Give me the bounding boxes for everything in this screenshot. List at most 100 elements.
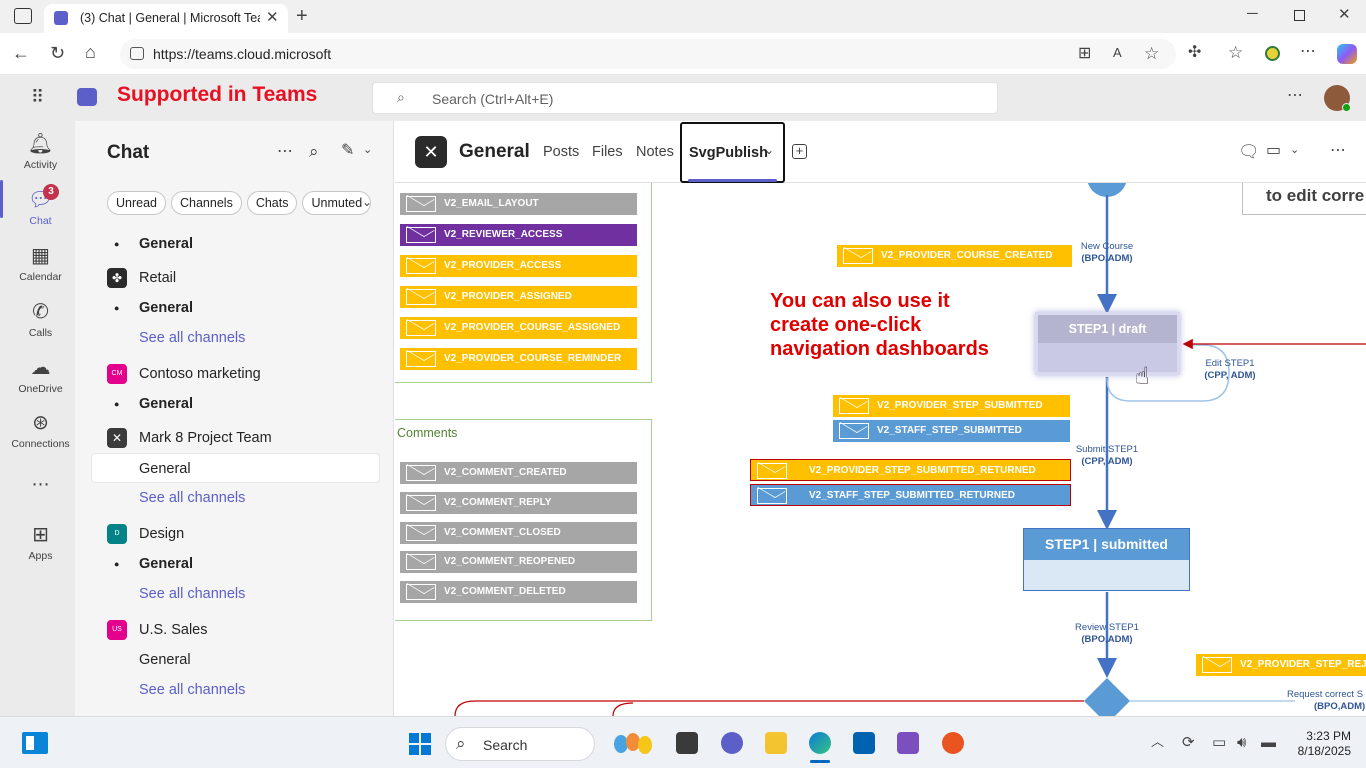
browser-menu-icon[interactable]: ⋯ <box>1300 44 1316 60</box>
task-view-icon[interactable] <box>676 732 698 754</box>
chat-icon: 💬︎ <box>27 189 54 211</box>
list-item[interactable]: Design <box>91 519 380 549</box>
tab-chevron-icon[interactable]: ⌄ <box>764 144 774 156</box>
app-launcher-icon[interactable]: ⠿ <box>31 88 44 106</box>
channel-more-icon[interactable]: ⋯ <box>1330 143 1346 159</box>
volume-icon[interactable]: 🔊︎ <box>1237 735 1246 750</box>
home-icon[interactable]: ⌂ <box>85 43 96 61</box>
settings-more-icon[interactable]: ⋯ <box>1287 88 1303 104</box>
edge-icon[interactable] <box>809 732 831 754</box>
visual-studio-icon[interactable] <box>897 732 919 754</box>
rail-calendar[interactable]: ▦ Calendar <box>3 243 78 283</box>
extension-badge-icon[interactable] <box>1265 46 1280 61</box>
clock[interactable]: 3:23 PM 8/18/2025 <box>1293 729 1351 759</box>
staff-step-submitted-envelope[interactable]: V2_STAFF_STEP_SUBMITTED <box>833 420 1070 442</box>
avatar[interactable] <box>1324 85 1351 112</box>
svg-diagram-canvas[interactable]: V2_EMAIL_LAYOUT V2_REVIEWER_ACCESS V2_PR… <box>395 183 1366 716</box>
new-chat-icon[interactable]: ✎ <box>341 143 354 159</box>
teams-header-title: Supported in Teams <box>117 83 318 106</box>
conversation-icon[interactable]: 🗨︎ <box>1238 143 1260 160</box>
browser-tab[interactable]: (3) Chat | General | Microsoft Teams ✕ <box>44 4 288 33</box>
see-all-channels-link[interactable]: See all channels <box>91 483 380 513</box>
tab-svgpublish-label: SvgPublish <box>689 145 768 161</box>
battery-icon[interactable]: ▬ <box>1261 735 1276 750</box>
windows-start-icon[interactable] <box>409 733 431 755</box>
rail-connections[interactable]: ⊛ Connections <box>3 410 78 450</box>
list-item[interactable]: ● General <box>91 389 380 419</box>
tab-svgpublish[interactable]: SvgPublish ⌄ <box>680 122 785 183</box>
list-item[interactable]: ● General <box>91 229 380 259</box>
tab-notes[interactable]: Notes <box>636 144 674 160</box>
rail-activity[interactable]: 🔔︎ Activity <box>3 131 78 171</box>
taskbar-search[interactable]: ⌕ Search <box>445 727 595 761</box>
app-available-icon[interactable]: ⊞ <box>1078 46 1091 62</box>
search-box[interactable]: ⌕ Search (Ctrl+Alt+E) <box>372 82 998 114</box>
widgets-icon[interactable] <box>22 732 48 754</box>
tab-actions-icon[interactable] <box>14 8 32 24</box>
provider-step-rejected-envelope[interactable]: V2_PROVIDER_STEP_REJEC <box>1196 654 1366 676</box>
show-hidden-icons-icon[interactable]: ︿ <box>1151 735 1164 748</box>
refresh-icon[interactable]: ↻ <box>50 44 65 62</box>
sync-icon[interactable]: ⟳ <box>1182 735 1195 750</box>
team-name: U.S. Sales <box>139 622 208 638</box>
teams-chat-taskbar-icon[interactable] <box>721 732 743 754</box>
add-tab-icon[interactable]: + <box>792 144 807 159</box>
provider-step-returned-envelope[interactable]: V2_PROVIDER_STEP_SUBMITTED_RETURNED <box>750 459 1071 481</box>
window-close-icon[interactable]: ✕ <box>1338 7 1351 22</box>
extensions-icon[interactable]: ✣ <box>1188 45 1201 61</box>
maximize-icon[interactable] <box>1294 10 1305 21</box>
step-submitted-shape[interactable]: STEP1 | submitted <box>1023 528 1190 591</box>
filter-expand-chevron-icon[interactable]: ⌄ <box>362 196 372 208</box>
more-options-icon[interactable]: ⋯ <box>277 144 293 160</box>
chat-search-icon[interactable]: ⌕ <box>309 143 319 160</box>
new-tab-icon[interactable]: + <box>296 6 308 26</box>
video-call-icon[interactable]: ▭ <box>1266 143 1281 159</box>
list-item[interactable]: Mark 8 Project Team <box>91 423 380 453</box>
file-explorer-icon[interactable] <box>765 732 787 754</box>
copilot-icon[interactable] <box>1337 44 1357 64</box>
provider-step-submitted-envelope[interactable]: V2_PROVIDER_STEP_SUBMITTED <box>833 395 1070 417</box>
new-chat-chevron-icon[interactable]: ⌄ <box>363 145 372 156</box>
list-item[interactable]: U.S. Sales <box>91 615 380 645</box>
favorites-icon[interactable]: ☆ <box>1228 44 1243 61</box>
rail-calls[interactable]: ✆ Calls <box>3 299 78 339</box>
tab-posts[interactable]: Posts <box>543 144 579 160</box>
site-info-icon[interactable] <box>130 47 144 60</box>
list-item[interactable]: Retail <box>91 263 380 293</box>
tab-files[interactable]: Files <box>592 144 623 160</box>
minimize-icon[interactable]: ─ <box>1247 6 1258 21</box>
filter-channels[interactable]: Channels <box>171 191 242 215</box>
rail-apps[interactable]: ⊞ Apps <box>3 522 78 562</box>
ubuntu-icon[interactable] <box>942 732 964 754</box>
back-icon[interactable]: ← <box>12 44 30 62</box>
course-created-envelope[interactable]: V2_PROVIDER_COURSE_CREATED <box>837 245 1072 267</box>
store-icon[interactable] <box>853 732 875 754</box>
list-item-selected[interactable]: General <box>91 453 380 483</box>
taskbar-search-icon: ⌕ <box>456 734 466 753</box>
see-all-channels-link[interactable]: See all channels <box>91 675 380 705</box>
staff-step-returned-envelope[interactable]: V2_STAFF_STEP_SUBMITTED_RETURNED <box>750 484 1071 506</box>
filter-unmuted[interactable]: Unmuted <box>302 191 372 215</box>
channel-name: General <box>139 556 193 572</box>
list-item[interactable]: ● General <box>91 549 380 579</box>
filter-pills: Unread Channels Chats Unmuted <box>107 191 372 215</box>
list-item[interactable]: Contoso marketing <box>91 359 380 389</box>
list-item[interactable]: ● General <box>91 293 380 323</box>
channel-name: General <box>139 652 191 668</box>
rail-onedrive[interactable]: ☁︎ OneDrive <box>3 355 78 395</box>
list-item[interactable]: General <box>91 645 380 675</box>
url-field[interactable]: https://teams.cloud.microsoft ⊞ A ☆ <box>120 39 1176 69</box>
favorite-star-icon[interactable]: ☆ <box>1144 45 1159 62</box>
display-icon[interactable]: ▭ <box>1212 735 1226 750</box>
filter-chats[interactable]: Chats <box>246 191 298 215</box>
presence-available-icon <box>1342 103 1351 112</box>
see-all-channels-link[interactable]: See all channels <box>91 323 380 353</box>
tab-close-icon[interactable]: ✕ <box>266 10 279 25</box>
rail-more-icon[interactable]: ⋯ <box>3 474 78 495</box>
read-aloud-icon[interactable]: A <box>1113 46 1122 59</box>
filter-unread[interactable]: Unread <box>107 191 166 215</box>
meet-chevron-icon[interactable]: ⌄ <box>1290 145 1299 156</box>
channel-name: General <box>139 300 193 316</box>
see-all-channels-link[interactable]: See all channels <box>91 579 380 609</box>
rail-chat[interactable]: 💬︎ Chat <box>3 187 78 227</box>
